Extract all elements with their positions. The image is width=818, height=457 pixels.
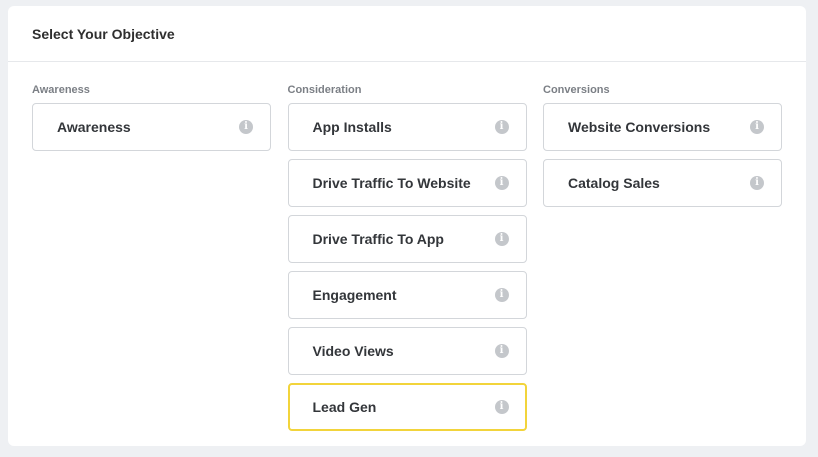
objective-drive-traffic-to-app[interactable]: Drive Traffic To App i — [287, 215, 527, 263]
info-icon[interactable]: i — [494, 400, 509, 414]
column-label-awareness: Awareness — [32, 84, 90, 96]
objective-label: Awareness — [57, 119, 131, 135]
objective-website-conversions[interactable]: Website Conversions i — [543, 103, 782, 151]
info-icon[interactable]: i — [494, 344, 509, 358]
column-label-conversions: Conversions — [543, 84, 610, 96]
info-icon[interactable]: i — [494, 232, 509, 246]
objective-label: Drive Traffic To Website — [312, 175, 471, 191]
info-icon[interactable]: i — [494, 176, 509, 190]
info-icon[interactable]: i — [494, 288, 509, 302]
objective-drive-traffic-to-website[interactable]: Drive Traffic To Website i — [287, 159, 527, 207]
info-icon[interactable]: i — [239, 120, 253, 134]
objective-label: Drive Traffic To App — [312, 231, 444, 247]
objective-label: Engagement — [312, 287, 397, 303]
column-label-consideration: Consideration — [287, 84, 362, 96]
column-consideration: Consideration App Installs i Drive Traff… — [287, 84, 527, 439]
column-conversions: Conversions Website Conversions i Catalo… — [543, 84, 782, 439]
objective-label: Catalog Sales — [568, 175, 660, 191]
objective-label: App Installs — [312, 119, 392, 135]
objective-card: Select Your Objective Awareness Awarenes… — [8, 6, 806, 446]
info-icon[interactable]: i — [750, 176, 764, 190]
objective-video-views[interactable]: Video Views i — [287, 327, 527, 375]
objective-lead-gen[interactable]: Lead Gen i — [287, 383, 527, 431]
objective-awareness[interactable]: Awareness i — [32, 103, 271, 151]
objective-catalog-sales[interactable]: Catalog Sales i — [543, 159, 782, 207]
column-awareness: Awareness Awareness i — [32, 84, 271, 439]
objective-app-installs[interactable]: App Installs i — [287, 103, 527, 151]
objective-label: Website Conversions — [568, 119, 711, 135]
info-icon[interactable]: i — [750, 120, 764, 134]
objective-label: Lead Gen — [312, 399, 377, 415]
objective-label: Video Views — [312, 343, 394, 359]
objective-columns: Awareness Awareness i Consideration App … — [32, 84, 782, 439]
info-icon[interactable]: i — [494, 120, 509, 134]
objective-engagement[interactable]: Engagement i — [287, 271, 527, 319]
page-title: Select Your Objective — [8, 6, 806, 62]
